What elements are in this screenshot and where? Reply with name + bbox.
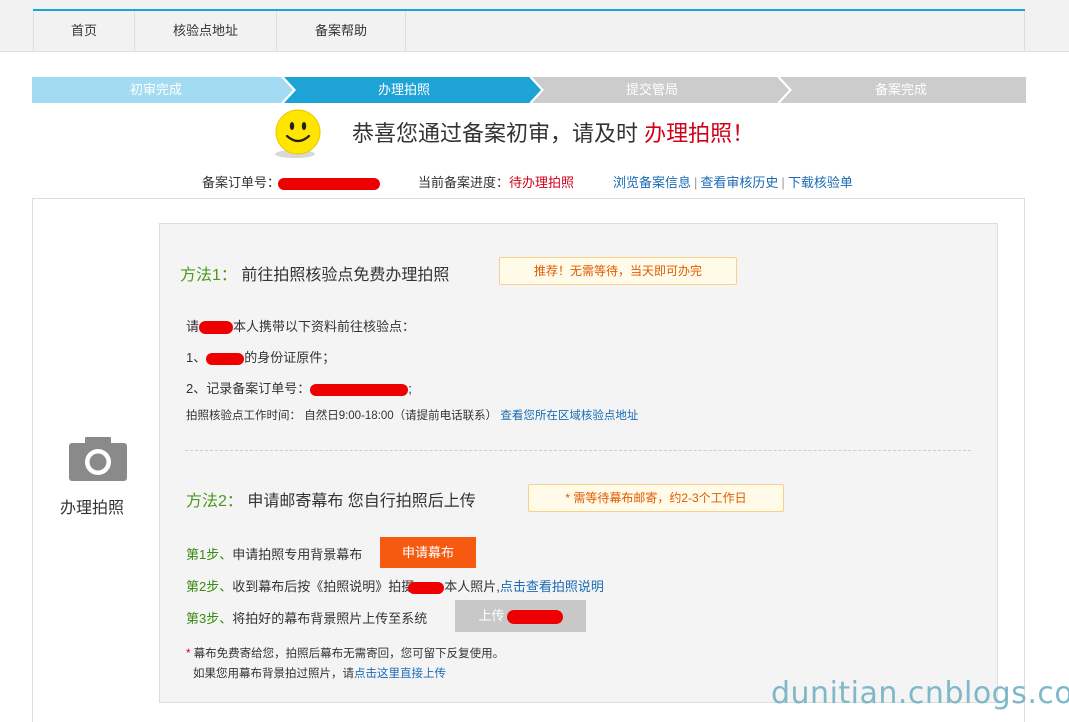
step-label-photo: 办理拍照 <box>377 82 430 97</box>
step2-suffix: 本人照片, <box>444 579 500 594</box>
method2-step3: 第3步、将拍好的幕布背景照片上传至系统 <box>186 608 427 627</box>
direct-upload-link[interactable]: 点击这里直接上传 <box>354 668 446 680</box>
photo-guide-link[interactable]: 点击查看拍照说明 <box>500 579 604 594</box>
method1-hours: 拍照核验点工作时间： 自然日9:00-18:00（请提前电话联系） 查看您所在区… <box>186 407 638 423</box>
method2-title: 方法2： 申请邮寄幕布 您自行拍照后上传 <box>186 487 476 511</box>
top-navbar: 首页 核验点地址 备案帮助 <box>0 0 1069 52</box>
step3-number: 第3步、 <box>186 611 233 626</box>
checkpoint-address-link[interactable]: 查看您所在区域核验点地址 <box>500 410 638 422</box>
redaction-mark <box>199 321 234 335</box>
order-number-label: 备案订单号： <box>202 175 281 190</box>
item2-text: 2、记录备案订单号： <box>186 381 311 396</box>
redaction-mark <box>310 383 409 396</box>
redaction-mark <box>408 581 445 594</box>
camera-icon <box>69 437 127 481</box>
upload-photo-button[interactable]: 上传 <box>455 600 586 632</box>
method1-tag: 推荐！无需等待，当天即可办完 <box>499 257 737 285</box>
intro-text: 本人携带以下资料前往核验点： <box>233 319 416 334</box>
progress-value: 待办理拍照 <box>509 175 575 190</box>
item1-text: 的身份证原件； <box>244 350 336 365</box>
side-label: 办理拍照 <box>60 500 125 517</box>
step3-text: 将拍好的幕布背景照片上传至系统 <box>232 611 428 626</box>
navbar-divider <box>1024 11 1025 51</box>
progress-status: 当前备案进度：待办理拍照 <box>418 172 574 191</box>
method1-title: 方法1： 前往拍照核验点免费办理拍照 <box>180 261 449 285</box>
download-form-link[interactable]: 下载核验单 <box>788 175 853 190</box>
redaction-mark <box>506 609 563 624</box>
nav-item-checkpoint-address[interactable]: 核验点地址 <box>134 11 276 51</box>
upload-button-label: 上传 <box>478 608 505 623</box>
method2-note1: * 幕布免费寄给您，拍照后幕布无需寄回，您可留下反复使用。 <box>186 645 504 661</box>
review-history-link[interactable]: 查看审核历史 <box>700 175 778 190</box>
method2-tag: * 需等待幕布邮寄，约2-3个工作日 <box>528 484 784 512</box>
method2-title-text: 申请邮寄幕布 您自行拍照后上传 <box>247 493 476 510</box>
note1-text: 幕布免费寄给您，拍照后幕布无需寄回，您可留下反复使用。 <box>190 648 505 660</box>
redaction-mark <box>278 177 381 190</box>
method1-prefix: 方法1： <box>180 267 237 284</box>
step1-text: 申请拍照专用背景幕布 <box>232 547 363 562</box>
step2-number: 第2步、 <box>186 579 233 594</box>
progress-label: 当前备案进度： <box>418 175 510 190</box>
smiley-icon <box>275 109 321 158</box>
nav-item-filing-help[interactable]: 备案帮助 <box>276 11 406 51</box>
method2-step2: 第2步、收到幕布后按《拍照说明》拍摄 本人照片,点击查看拍照说明 <box>186 576 604 595</box>
method1-title-text: 前往拍照核验点免费办理拍照 <box>241 267 450 284</box>
method2-prefix: 方法2： <box>186 493 243 510</box>
step-label-review-done: 初审完成 <box>129 82 182 97</box>
hours-text: 拍照核验点工作时间： 自然日9:00-18:00（请提前电话联系） <box>186 410 498 422</box>
congrats-message: 恭喜您通过备案初审，请及时 办理拍照！ <box>352 116 754 148</box>
apply-backdrop-button[interactable]: 申请幕布 <box>380 537 476 568</box>
congrats-highlight: 办理拍照！ <box>644 121 755 146</box>
method1-intro: 请 本人携带以下资料前往核验点： <box>186 316 415 335</box>
step-label-submit: 提交管局 <box>625 82 678 97</box>
order-links: 浏览备案信息 | 查看审核历史 | 下载核验单 <box>613 175 853 190</box>
step1-number: 第1步、 <box>186 547 233 562</box>
item1-number: 1、 <box>186 350 207 365</box>
method2-step1: 第1步、申请拍照专用背景幕布 <box>186 544 362 563</box>
step-label-complete: 备案完成 <box>874 82 927 97</box>
intro-prefix: 请 <box>186 319 200 334</box>
step2-text: 收到幕布后按《拍照说明》拍摄 <box>232 579 415 594</box>
redaction-mark <box>206 352 245 365</box>
nav-item-home[interactable]: 首页 <box>33 11 134 51</box>
congrats-text: 恭喜您通过备案初审，请及时 <box>352 121 639 146</box>
method1-item2: 2、记录备案订单号：; <box>186 378 412 397</box>
order-number: 备案订单号： <box>202 172 381 191</box>
step-progress-bar: 初审完成 办理拍照 提交管局 备案完成 <box>32 77 1026 103</box>
note2-text: 如果您用幕布背景拍过照片，请 <box>193 668 354 680</box>
method2-note2: 如果您用幕布背景拍过照片，请点击这里直接上传 <box>193 665 446 681</box>
browse-filing-link[interactable]: 浏览备案信息 <box>613 175 691 190</box>
method-divider <box>185 450 971 451</box>
item2-suffix: ; <box>408 381 412 396</box>
method1-item1: 1、 的身份证原件； <box>186 347 335 366</box>
watermark-text: dunitian.cnblogs.com <box>771 676 1069 711</box>
nav-menu: 首页 核验点地址 备案帮助 <box>33 11 406 51</box>
